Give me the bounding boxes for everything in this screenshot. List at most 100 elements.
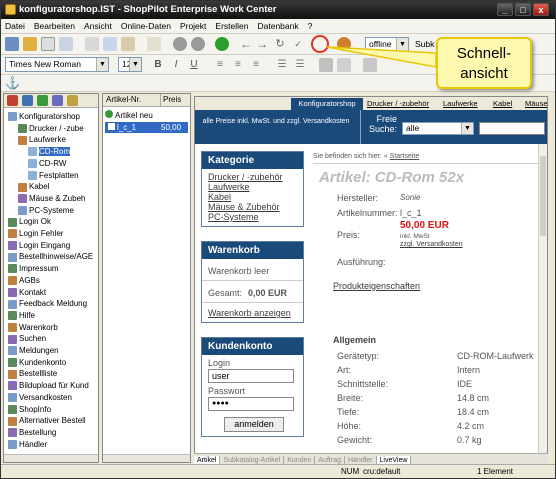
copy-icon[interactable] [103, 37, 117, 51]
tree-item[interactable]: Login Eingang [8, 240, 70, 251]
tab-konfiguratorshop[interactable]: Konfiguratorshop [291, 98, 363, 110]
tree-item[interactable]: PC-Systeme [18, 205, 74, 216]
tree-item[interactable]: Kontakt [8, 287, 46, 298]
col-article-nr[interactable]: Artikel-Nr. [106, 94, 141, 106]
align-right-icon[interactable]: ≡ [249, 58, 263, 72]
tree-item[interactable]: Meldungen [8, 345, 59, 356]
tree-item[interactable]: Alternativer Bestell [8, 415, 86, 426]
tree-item[interactable]: Händler [8, 439, 47, 450]
tree-item[interactable]: Laufwerke [18, 134, 66, 145]
minimize-button[interactable]: _ [497, 3, 513, 16]
tree-item[interactable]: Bestellliste [8, 368, 57, 379]
tree-hscrollbar[interactable] [4, 454, 98, 462]
password-field[interactable]: ●●●● [208, 397, 294, 411]
menu-erstellen[interactable]: Erstellen [215, 21, 248, 31]
open-icon[interactable] [23, 37, 37, 51]
tree-item[interactable]: Kabel [18, 181, 49, 192]
paste-icon[interactable] [121, 37, 135, 51]
tree-view-icon[interactable] [7, 95, 18, 106]
menu-help[interactable]: ? [308, 21, 313, 31]
category-link[interactable]: Laufwerke [208, 182, 303, 192]
category-link[interactable]: Drucker / -zubehör [208, 172, 303, 182]
anchor-icon[interactable]: ⚓ [5, 76, 20, 90]
menu-online-daten[interactable]: Online-Daten [121, 21, 171, 31]
font-select[interactable]: Times New Roman ▼ [5, 57, 109, 72]
back-circle-icon[interactable] [173, 37, 187, 51]
tree-item[interactable]: Mäuse & Zubeh [18, 193, 85, 204]
close-button[interactable]: x [533, 3, 549, 16]
list-icon[interactable]: ☰ [275, 58, 289, 72]
tab-maeuse[interactable]: Mäuse [525, 98, 547, 110]
menu-datenbank[interactable]: Datenbank [257, 21, 298, 31]
tree-item[interactable]: ShopInfo [8, 404, 51, 415]
tree-item[interactable]: Drucker / -zube [18, 123, 84, 134]
list-hscrollbar[interactable] [103, 454, 190, 462]
tree-item[interactable]: Login Fehler [8, 228, 63, 239]
product-properties-link[interactable]: Produkteigenschaften [333, 281, 420, 291]
category-link[interactable]: Kabel [208, 192, 303, 202]
save-icon[interactable] [5, 37, 19, 51]
menu-datei[interactable]: Datei [5, 21, 25, 31]
tree-item[interactable]: Suchen [8, 333, 46, 344]
tree-item-label: Mäuse & Zubeh [29, 193, 86, 203]
tree-item[interactable]: Bestellhinweise/AGE [8, 251, 93, 262]
col-price[interactable]: Preis [160, 94, 181, 106]
numbered-list-icon[interactable]: ☰ [293, 58, 307, 72]
tree-item[interactable]: Feedback Meldung [8, 298, 87, 309]
tab-kabel[interactable]: Kabel [493, 98, 512, 110]
tree-item[interactable]: Hilfe [8, 310, 35, 321]
chart-icon[interactable] [37, 95, 48, 106]
new-icon[interactable] [41, 37, 55, 51]
tree-item[interactable]: Festplatten [28, 170, 79, 181]
search-input[interactable] [479, 122, 545, 135]
align-center-icon[interactable]: ≡ [231, 58, 245, 72]
tree-item[interactable]: Bestellung [8, 427, 56, 438]
bold-icon[interactable]: B [151, 58, 165, 72]
delete-icon[interactable] [147, 37, 161, 51]
tree-item[interactable]: Warenkorb [8, 322, 58, 333]
category-link[interactable]: PC-Systeme [208, 212, 303, 222]
tree-item[interactable]: Bildupload für Kund [8, 380, 89, 391]
tree-item[interactable]: Konfiguratorshop [8, 111, 80, 122]
tree-item[interactable]: Login Ok [8, 216, 51, 227]
login-button[interactable]: anmelden [224, 417, 284, 432]
forward-circle-icon[interactable] [191, 37, 205, 51]
scrollbar-thumb[interactable] [540, 156, 546, 236]
show-cart-link[interactable]: Warenkorb anzeigen [208, 308, 291, 318]
align-left-icon[interactable]: ≡ [213, 58, 227, 72]
tree-item[interactable]: AGBs [8, 275, 40, 286]
folder-icon[interactable] [67, 95, 78, 106]
book-icon[interactable] [22, 95, 33, 106]
play-icon[interactable] [215, 37, 229, 51]
spellcheck-icon[interactable]: ✓ [291, 37, 305, 51]
login-field[interactable]: user [208, 369, 294, 383]
cut-icon[interactable] [85, 37, 99, 51]
italic-icon[interactable]: I [169, 58, 183, 72]
table-row[interactable]: l_c_1 50,00 [105, 122, 188, 133]
tree-item[interactable]: Impressum [8, 263, 59, 274]
arrow-right-icon[interactable]: → [255, 37, 269, 51]
search-select[interactable]: alle ▼ [402, 122, 474, 135]
tab-laufwerke[interactable]: Laufwerke [443, 98, 478, 110]
tab-drucker[interactable]: Drucker / -zubehör [367, 98, 429, 110]
tree-item[interactable]: CD-Rom [28, 146, 71, 157]
arrow-left-icon[interactable]: ← [239, 37, 253, 51]
menu-projekt[interactable]: Projekt [180, 21, 206, 31]
refresh-icon[interactable]: ↻ [273, 37, 287, 51]
tree-item[interactable]: Kundenkonto [8, 357, 66, 368]
spec-value: Intern [457, 365, 481, 375]
menu-ansicht[interactable]: Ansicht [84, 21, 112, 31]
shipping-link[interactable]: zzgl. Versandkosten [400, 241, 463, 248]
tree-item[interactable]: Versandkosten [8, 392, 72, 403]
font-size-select[interactable]: 12 ▼ [118, 57, 142, 72]
breadcrumb-home-link[interactable]: Startseite [390, 153, 420, 160]
category-link[interactable]: Mäuse & Zubehör [208, 202, 303, 212]
tree-item[interactable]: CD-RW [28, 158, 66, 169]
new-article-item[interactable]: Artikel neu [105, 110, 153, 120]
preview-scrollbar[interactable] [538, 144, 547, 455]
underline-icon[interactable]: U [187, 58, 201, 72]
print-icon[interactable] [59, 37, 73, 51]
menu-bearbeiten[interactable]: Bearbeiten [34, 21, 75, 31]
users-icon[interactable] [52, 95, 63, 106]
maximize-button[interactable]: □ [515, 3, 531, 16]
